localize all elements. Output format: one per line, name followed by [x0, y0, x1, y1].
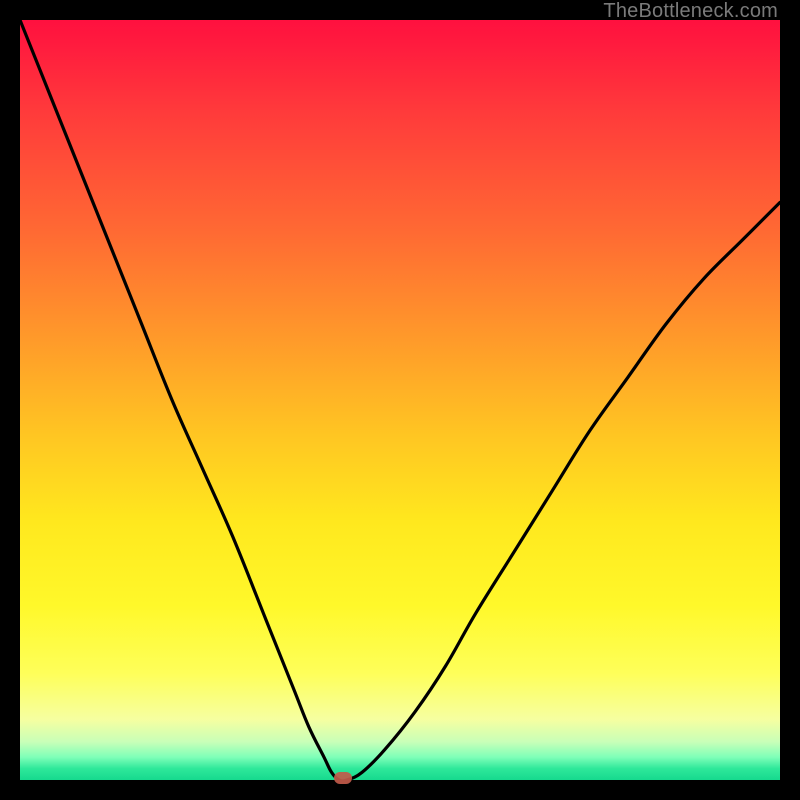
- optimum-marker: [334, 772, 352, 784]
- chart-frame: TheBottleneck.com: [0, 0, 800, 800]
- bottleneck-curve: [20, 20, 780, 780]
- plot-area: [20, 20, 780, 780]
